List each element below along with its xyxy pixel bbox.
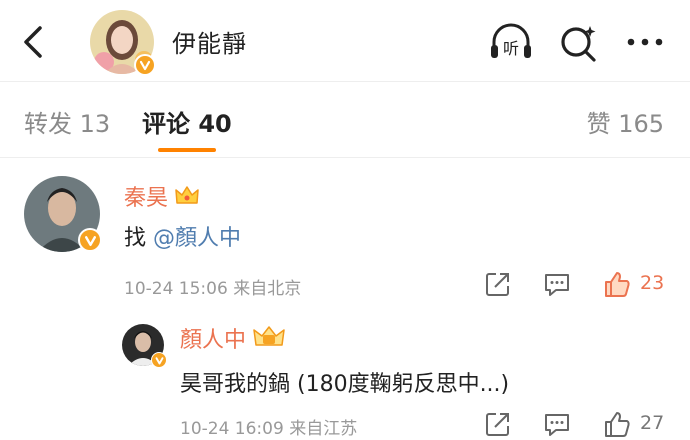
reply-comment-icon[interactable]: [543, 410, 571, 438]
crown-level-badge-icon: [253, 326, 285, 346]
verified-badge-icon: [134, 54, 156, 76]
tab-like[interactable]: 赞 165: [587, 104, 664, 139]
like-count: 23: [640, 272, 665, 294]
share-icon[interactable]: [484, 270, 512, 298]
like-thumbs-up-icon[interactable]: [603, 410, 631, 438]
comment-meta: 10-24 15:06 来自北京: [124, 279, 302, 299]
more-options-icon[interactable]: [622, 20, 668, 64]
commenter-avatar[interactable]: [24, 176, 102, 252]
tab-comment[interactable]: 评论 40: [142, 104, 232, 139]
mention-link[interactable]: @顏人中: [153, 226, 241, 251]
back-arrow-icon[interactable]: [14, 22, 50, 62]
active-tab-indicator: [158, 148, 216, 152]
commenter-name-text: 顏人中: [180, 328, 247, 353]
commenter-name[interactable]: 顏人中: [180, 322, 286, 354]
top-bar: 伊能靜 听: [0, 0, 690, 82]
comment-text: 昊哥我的鍋 (180度鞠躬反思中...): [180, 372, 510, 397]
share-icon[interactable]: [484, 410, 512, 438]
comment-text: 找 @顏人中: [124, 220, 241, 252]
commenter-name[interactable]: 秦昊: [124, 180, 200, 212]
crown-badge-icon: [175, 186, 199, 204]
comment-item: 秦昊 找 @顏人中 10-24 15:06 来自北京 23: [0, 158, 690, 308]
verified-badge-icon: [151, 352, 167, 368]
page-title: 伊能靜: [172, 30, 247, 58]
verified-badge-icon: [78, 228, 102, 252]
listen-headphones-icon[interactable]: 听: [488, 20, 534, 64]
comment-text-prefix: 找: [124, 226, 153, 251]
listen-label: 听: [503, 39, 519, 58]
reply-comment-icon[interactable]: [543, 270, 571, 298]
like-count: 27: [640, 412, 665, 434]
commenter-avatar[interactable]: [122, 324, 167, 368]
tab-repost[interactable]: 转发 13: [24, 104, 110, 139]
author-avatar[interactable]: [90, 10, 156, 76]
reply-item: 顏人中 昊哥我的鍋 (180度鞠躬反思中...) 10-24 16:09 来自江…: [0, 318, 690, 440]
commenter-name-text: 秦昊: [124, 186, 169, 211]
tab-bar: 转发 13 评论 40 赞 165: [0, 82, 690, 158]
search-icon[interactable]: [556, 20, 602, 64]
comment-meta: 10-24 16:09 来自江苏: [180, 419, 358, 439]
like-thumbs-up-icon[interactable]: [603, 270, 631, 298]
